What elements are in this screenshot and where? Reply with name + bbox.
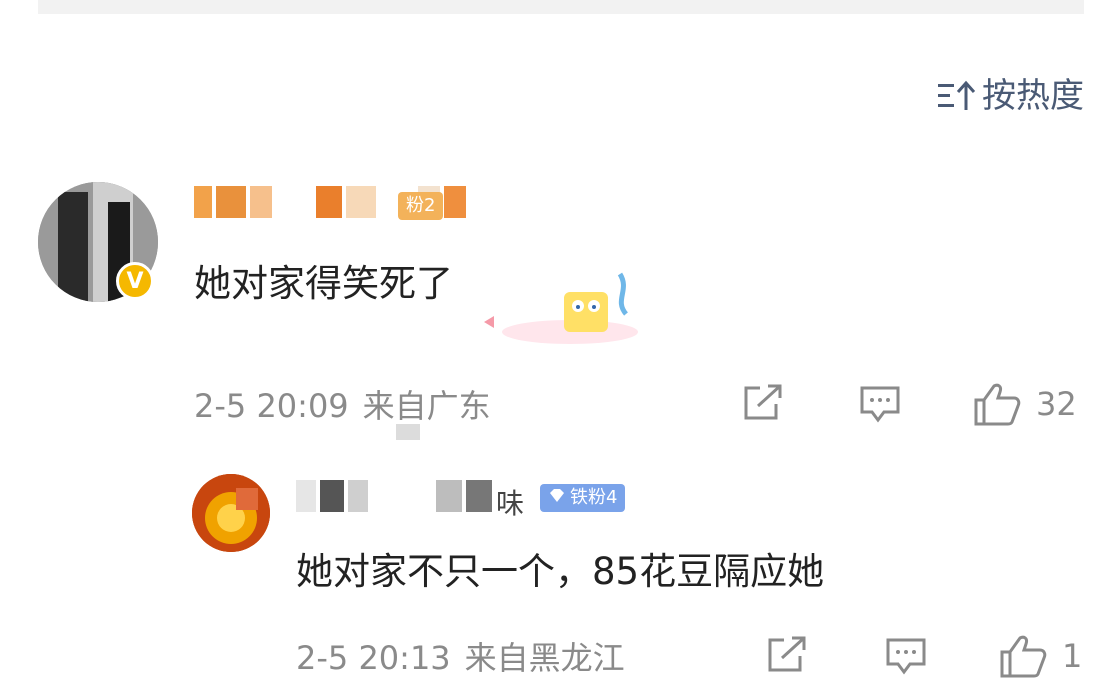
sort-label: 按热度 xyxy=(982,76,1084,116)
sort-icon xyxy=(936,78,976,114)
verified-badge: V xyxy=(116,262,154,300)
comment-icon xyxy=(884,636,928,676)
diamond-icon xyxy=(548,484,566,512)
comment-meta: 2-5 20:09 来自广东 xyxy=(194,386,491,426)
reply-like-count: 1 xyxy=(1062,637,1083,675)
comment-text: 她对家得笑死了 xyxy=(194,262,453,305)
share-icon xyxy=(740,384,784,424)
iron-fan-badge: 铁粉4 xyxy=(540,484,626,512)
sticker-image xyxy=(484,272,638,344)
fan-badge: 粉2 xyxy=(398,192,444,220)
share-button[interactable] xyxy=(740,384,784,424)
reply-share-button[interactable] xyxy=(764,636,808,676)
share-icon xyxy=(764,636,808,676)
reply-like-button[interactable]: 1 xyxy=(998,634,1082,678)
fan-badge-label: 粉2 xyxy=(406,195,436,216)
redaction-block xyxy=(396,424,420,440)
top-divider xyxy=(38,0,1084,14)
reply-username-blurred[interactable] xyxy=(296,480,492,512)
reply-username-fragment: 味 xyxy=(496,487,525,520)
reply-comment-button[interactable] xyxy=(884,636,928,676)
comment-icon xyxy=(858,384,902,424)
reply-location: 来自黑龙江 xyxy=(464,639,625,677)
thumbs-up-icon xyxy=(998,634,1048,678)
reply-avatar[interactable] xyxy=(192,474,270,552)
reply-button[interactable] xyxy=(858,384,902,424)
reply-text: 她对家不只一个，85花豆隔应她 xyxy=(296,550,825,593)
like-count: 32 xyxy=(1036,385,1077,423)
comment-time: 2-5 20:09 xyxy=(194,387,349,425)
thumbs-up-icon xyxy=(972,382,1022,426)
like-button[interactable]: 32 xyxy=(972,382,1077,426)
iron-fan-label: 铁粉4 xyxy=(570,487,618,508)
reply-time: 2-5 20:13 xyxy=(296,639,451,677)
sort-by-hot-button[interactable]: 按热度 xyxy=(936,76,1084,116)
comment-location: 来自广东 xyxy=(362,387,491,425)
reply-meta: 2-5 20:13 来自黑龙江 xyxy=(296,638,625,678)
